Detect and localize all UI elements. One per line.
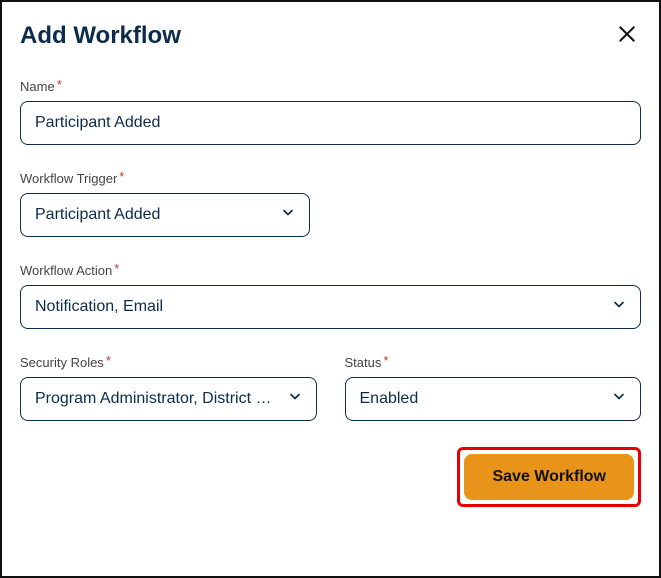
save-highlight-box: Save Workflow [457, 447, 641, 507]
action-field-group: Workflow Action* Notification, Email [20, 263, 641, 329]
trigger-select-wrap: Participant Added [20, 193, 310, 237]
status-label-text: Status [345, 355, 382, 370]
dialog-title: Add Workflow [20, 22, 181, 50]
trigger-label-text: Workflow Trigger [20, 171, 117, 186]
name-input[interactable] [20, 101, 641, 145]
roles-status-row: Security Roles* Program Administrator, D… [20, 355, 641, 421]
roles-select-wrap: Program Administrator, District … [20, 377, 317, 421]
name-label-text: Name [20, 79, 55, 94]
dialog-footer: Save Workflow [20, 447, 641, 507]
trigger-select[interactable]: Participant Added [20, 193, 310, 237]
roles-select[interactable]: Program Administrator, District … [20, 377, 317, 421]
status-label: Status* [345, 355, 642, 370]
required-marker: * [383, 353, 388, 368]
status-field: Status* Enabled [345, 355, 642, 421]
roles-label-text: Security Roles [20, 355, 104, 370]
action-select[interactable]: Notification, Email [20, 285, 641, 329]
action-label: Workflow Action* [20, 263, 641, 278]
roles-label: Security Roles* [20, 355, 317, 370]
save-workflow-button[interactable]: Save Workflow [464, 454, 634, 500]
trigger-field-group: Workflow Trigger* Participant Added [20, 171, 641, 237]
action-select-wrap: Notification, Email [20, 285, 641, 329]
status-select[interactable]: Enabled [345, 377, 642, 421]
action-label-text: Workflow Action [20, 263, 112, 278]
close-icon [617, 32, 637, 47]
close-button[interactable] [613, 20, 641, 51]
required-marker: * [114, 261, 119, 276]
name-label: Name* [20, 79, 641, 94]
trigger-label: Workflow Trigger* [20, 171, 641, 186]
roles-field: Security Roles* Program Administrator, D… [20, 355, 317, 421]
required-marker: * [57, 77, 62, 92]
required-marker: * [106, 353, 111, 368]
required-marker: * [119, 169, 124, 184]
name-field-group: Name* [20, 79, 641, 145]
dialog-header: Add Workflow [20, 20, 641, 51]
status-select-wrap: Enabled [345, 377, 642, 421]
